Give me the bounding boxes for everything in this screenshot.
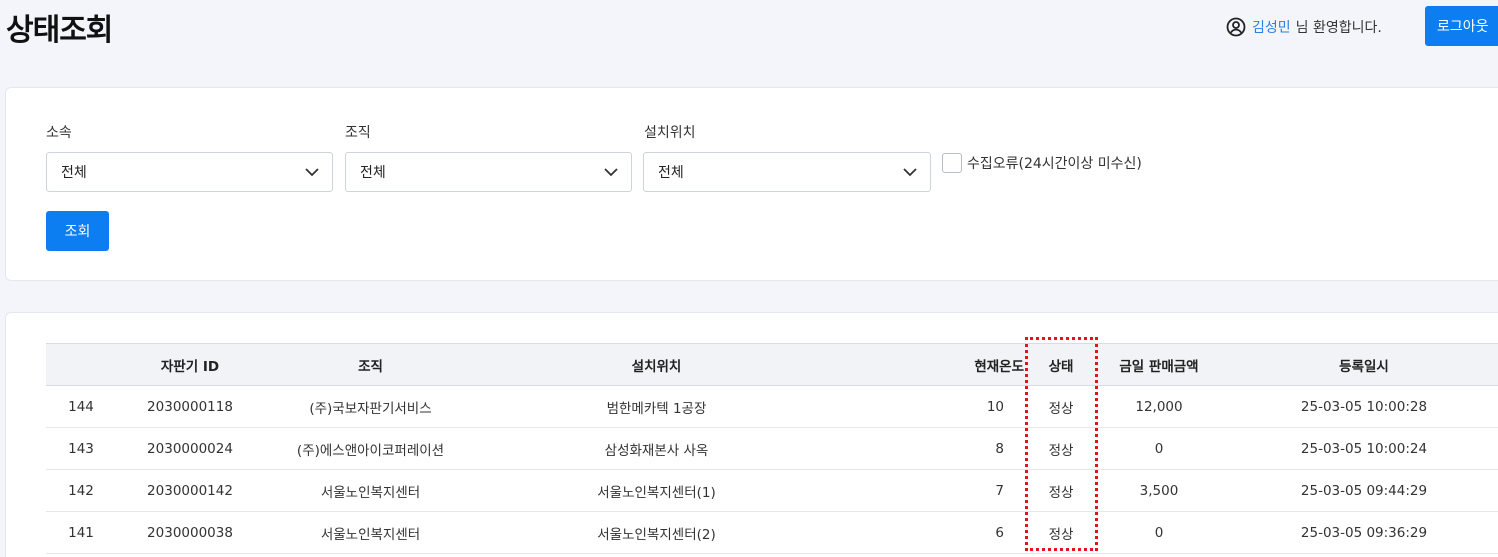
cell-registered: 25-03-05 09:36:29 [1222,511,1498,554]
organization-label: 조직 [345,125,371,141]
affiliation-select[interactable]: 전체 [46,152,333,192]
col-header-no [46,343,116,386]
location-select[interactable]: 전체 [643,152,931,192]
table-row[interactable]: 142 2030000142 서울노인복지센터 서울노인복지센터(1) 7 정상 3,500… [46,469,1498,512]
cell-location: 서울노인복지센터(2) [477,511,836,554]
cell-vending-id: 2030000142 [116,469,264,512]
cell-location: 서울노인복지센터(1) [477,469,836,512]
cell-vending-id: 2030000118 [116,385,264,428]
cell-sales: 0 [1096,511,1222,554]
table-row[interactable]: 141 2030000038 서울노인복지센터 서울노인복지센터(2) 6 정상 0 25-0… [46,511,1498,554]
user-greeting: 김성민 님 환영합니다. [1226,17,1382,37]
col-header-status: 상태 [1026,343,1096,386]
chevron-down-icon [903,168,917,177]
status-table: 자판기 ID 조직 설치위치 현재온도 상태 금일 판매금액 등록일시 144 2… [46,343,1498,554]
col-header-sales: 금일 판매금액 [1096,343,1222,386]
chevron-down-icon [305,168,319,177]
cell-row-no: 143 [46,427,116,470]
location-label: 설치위치 [644,125,696,141]
cell-organization: (주)국보자판기서비스 [264,385,477,428]
collect-error-filter[interactable]: 수집오류(24시간이상 미수신) [942,153,1142,173]
status-table-panel: 자판기 ID 조직 설치위치 현재온도 상태 금일 판매금액 등록일시 144 2… [5,312,1498,557]
col-header-vending-id: 자판기 ID [116,343,264,386]
search-button[interactable]: 조회 [46,211,109,251]
cell-sales: 3,500 [1096,469,1222,512]
organization-value: 전체 [360,165,386,181]
collect-error-label: 수집오류(24시간이상 미수신) [967,156,1142,172]
cell-row-no: 144 [46,385,116,428]
cell-organization: 서울노인복지센터 [264,469,477,512]
cell-status: 정상 [1026,511,1096,554]
cell-location: 범한메카텍 1공장 [477,385,836,428]
col-header-temperature: 현재온도 [836,343,1026,386]
table-row[interactable]: 144 2030000118 (주)국보자판기서비스 범한메카텍 1공장 10 정상 12,… [46,385,1498,428]
user-name[interactable]: 김성민 [1252,17,1291,37]
col-header-location: 설치위치 [477,343,836,386]
cell-status: 정상 [1026,469,1096,512]
cell-row-no: 141 [46,511,116,554]
location-value: 전체 [658,165,684,181]
welcome-text: 님 환영합니다. [1295,20,1382,36]
affiliation-value: 전체 [61,165,87,181]
cell-vending-id: 2030000024 [116,427,264,470]
affiliation-label: 소속 [46,125,72,141]
cell-registered: 25-03-05 10:00:24 [1222,427,1498,470]
table-row[interactable]: 143 2030000024 (주)에스앤아이코퍼레이션 삼성화재본사 사옥 8 정상 0 2… [46,427,1498,470]
chevron-down-icon [604,168,618,177]
user-circle-icon [1226,17,1246,37]
col-header-organization: 조직 [264,343,477,386]
logout-button[interactable]: 로그아웃 [1425,6,1498,46]
cell-organization: 서울노인복지센터 [264,511,477,554]
cell-status: 정상 [1026,427,1096,470]
cell-temperature: 7 [836,469,1026,512]
cell-organization: (주)에스앤아이코퍼레이션 [264,427,477,470]
collect-error-checkbox[interactable] [942,153,962,173]
cell-row-no: 142 [46,469,116,512]
cell-temperature: 10 [836,385,1026,428]
col-header-registered: 등록일시 [1222,343,1498,386]
cell-sales: 0 [1096,427,1222,470]
organization-select[interactable]: 전체 [345,152,632,192]
page-title: 상태조회 [6,13,113,48]
cell-registered: 25-03-05 10:00:28 [1222,385,1498,428]
cell-temperature: 6 [836,511,1026,554]
cell-registered: 25-03-05 09:44:29 [1222,469,1498,512]
filter-panel: 소속 전체 조직 전체 설치위치 전체 수집오류(24시간이상 미수신) 조회 [5,87,1498,281]
table-header-row: 자판기 ID 조직 설치위치 현재온도 상태 금일 판매금액 등록일시 [46,343,1498,386]
cell-sales: 12,000 [1096,385,1222,428]
cell-location: 삼성화재본사 사옥 [477,427,836,470]
cell-vending-id: 2030000038 [116,511,264,554]
cell-status: 정상 [1026,385,1096,428]
cell-temperature: 8 [836,427,1026,470]
